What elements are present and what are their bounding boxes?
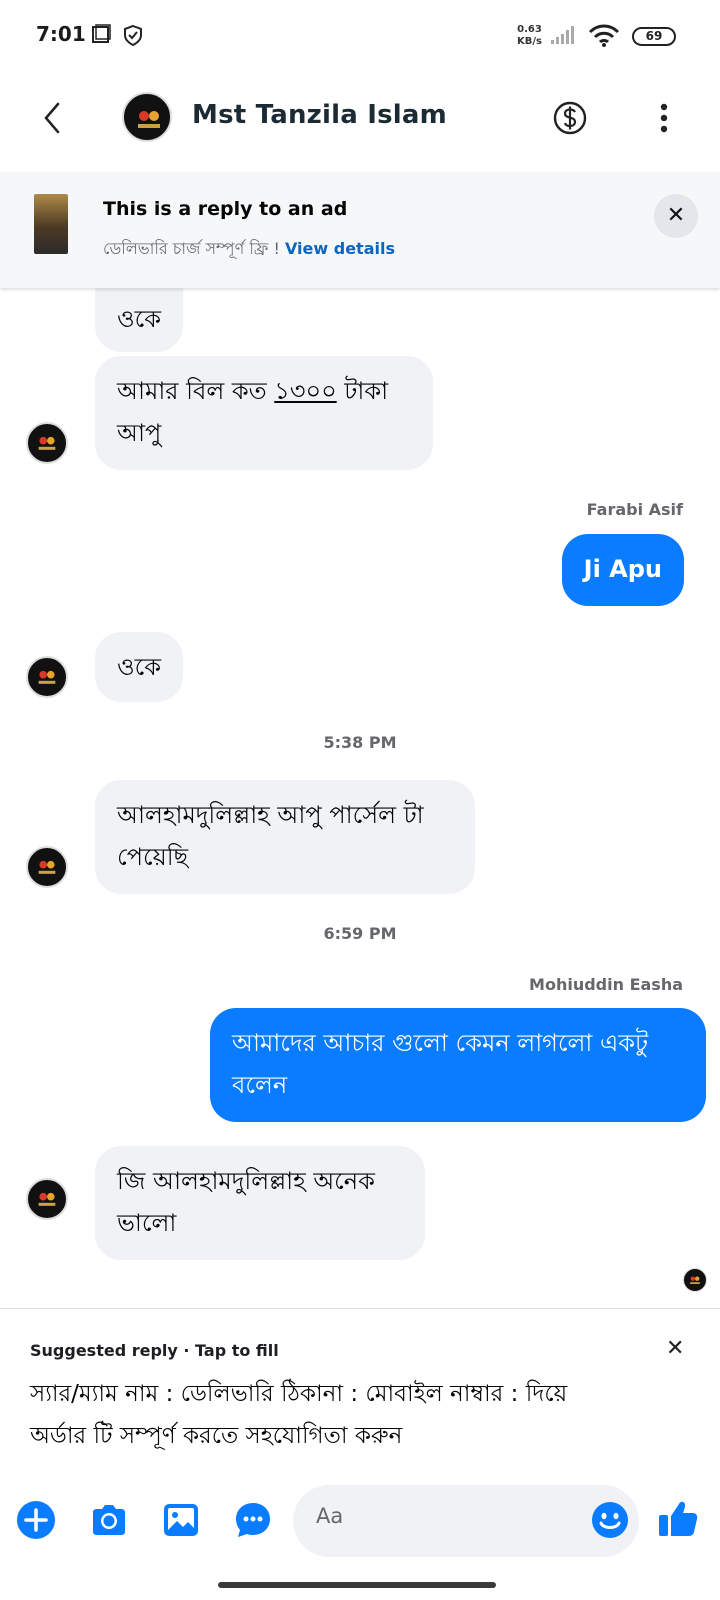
avatar-logo xyxy=(38,860,56,874)
sender-avatar[interactable] xyxy=(26,1178,68,1220)
plus-icon[interactable] xyxy=(16,1500,56,1540)
suggested-reply-label: Suggested reply xyxy=(30,1341,178,1360)
more-icon[interactable] xyxy=(652,100,676,136)
message-line: আমার বিল কত ১৩০০ টাকা xyxy=(117,370,411,412)
message-line: আলহামদুলিল্লাহ আপু পার্সেল টা xyxy=(117,801,424,829)
like-icon[interactable] xyxy=(656,1496,700,1540)
ad-banner-title: This is a reply to an ad xyxy=(103,198,348,220)
incoming-message[interactable]: জি আলহামদুলিল্লাহ অনেক ভালো xyxy=(95,1146,425,1260)
sender-avatar[interactable] xyxy=(26,656,68,698)
signal-icon xyxy=(551,26,574,44)
outgoing-message[interactable]: আমাদের আচার গুলো কেমন লাগলো একটু বলেন xyxy=(210,1008,706,1122)
ad-banner-subtitle: ডেলিভারি চার্জ সম্পূর্ণ ফ্রি ! View deta… xyxy=(103,236,395,263)
sender-avatar[interactable] xyxy=(26,846,68,888)
back-icon[interactable] xyxy=(38,98,68,138)
close-icon[interactable]: ✕ xyxy=(654,194,698,238)
message-line: আপু xyxy=(117,419,162,447)
emoji-icon[interactable] xyxy=(590,1500,630,1540)
suggested-reply-header: Suggested reply · Tap to fill xyxy=(30,1341,279,1360)
message-line: পেয়েছি xyxy=(117,843,189,871)
sender-avatar[interactable] xyxy=(26,422,68,464)
sender-name: Farabi Asif xyxy=(586,500,683,519)
avatar-logo xyxy=(690,1276,700,1284)
avatar-logo xyxy=(138,111,160,128)
message-input[interactable] xyxy=(293,1485,639,1557)
ad-thumbnail[interactable] xyxy=(34,194,68,254)
home-indicator[interactable] xyxy=(218,1582,496,1588)
composer-bar: Aa xyxy=(0,1480,720,1560)
suggested-reply-text[interactable]: স্যার/ম্যাম নাম : ডেলিভারি ঠিকানা : মোবা… xyxy=(30,1373,690,1457)
avatar-logo xyxy=(38,670,56,684)
suggested-reply-line: অর্ডার টি সম্পূর্ণ করতে সহযোগিতা করুন xyxy=(30,1423,403,1449)
avatar-logo xyxy=(38,436,56,450)
contact-avatar[interactable] xyxy=(122,92,172,142)
gallery-icon[interactable] xyxy=(161,1500,201,1540)
sender-name: Mohiuddin Easha xyxy=(529,975,683,994)
message-line: বলেন xyxy=(232,1071,288,1099)
message-line: ভালো xyxy=(117,1209,177,1237)
net-speed-value: 0.63 xyxy=(517,24,542,35)
suggested-reply-hint: Tap to fill xyxy=(195,1341,279,1360)
status-bar: 7:01 0.63 KB/s 69 xyxy=(0,0,720,70)
shield-icon xyxy=(124,24,142,46)
chat-more-icon[interactable] xyxy=(233,1500,273,1540)
view-details-link[interactable]: View details xyxy=(285,239,395,258)
battery-icon: 69 xyxy=(632,27,676,46)
contact-name[interactable]: Mst Tanzila Islam xyxy=(192,100,447,130)
status-time: 7:01 xyxy=(36,22,86,46)
incoming-message[interactable]: ওকে xyxy=(95,278,184,352)
camera-icon[interactable] xyxy=(89,1500,129,1540)
ad-banner-text: ডেলিভারি চার্জ সম্পূর্ণ ফ্রি ! xyxy=(103,239,285,258)
timestamp: 5:38 PM xyxy=(323,733,397,752)
screenshot-icon xyxy=(92,24,111,43)
seen-receipt-avatar xyxy=(683,1268,707,1292)
outgoing-message[interactable]: Ji Apu xyxy=(561,534,684,606)
avatar-logo xyxy=(38,1192,56,1206)
wifi-icon xyxy=(588,24,620,47)
message-number-link[interactable]: ১৩০০ xyxy=(274,377,336,405)
message-text: আমার বিল কত xyxy=(117,377,275,405)
incoming-message[interactable]: ওকে xyxy=(95,632,184,702)
separator-dot: · xyxy=(177,1341,196,1360)
net-speed: 0.63 KB/s xyxy=(517,24,542,48)
conversation-header: Mst Tanzila Islam xyxy=(0,70,720,170)
ad-reply-banner[interactable]: This is a reply to an ad ডেলিভারি চার্জ … xyxy=(0,172,720,288)
net-speed-unit: KB/s xyxy=(517,36,542,47)
incoming-message[interactable]: আমার বিল কত ১৩০০ টাকা আপু xyxy=(95,356,433,470)
suggested-reply-line: স্যার/ম্যাম নাম : ডেলিভারি ঠিকানা : মোবা… xyxy=(30,1381,568,1407)
message-input-placeholder: Aa xyxy=(316,1504,344,1528)
message-text: টাকা xyxy=(336,377,389,405)
incoming-message[interactable]: আলহামদুলিল্লাহ আপু পার্সেল টা পেয়েছি xyxy=(95,780,475,894)
close-icon[interactable]: ✕ xyxy=(666,1336,684,1361)
dollar-icon[interactable] xyxy=(552,100,588,136)
timestamp: 6:59 PM xyxy=(323,924,397,943)
message-line: আমাদের আচার গুলো কেমন লাগলো একটু xyxy=(232,1029,649,1057)
divider xyxy=(0,1308,720,1309)
message-line: জি আলহামদুলিল্লাহ অনেক xyxy=(117,1167,375,1195)
